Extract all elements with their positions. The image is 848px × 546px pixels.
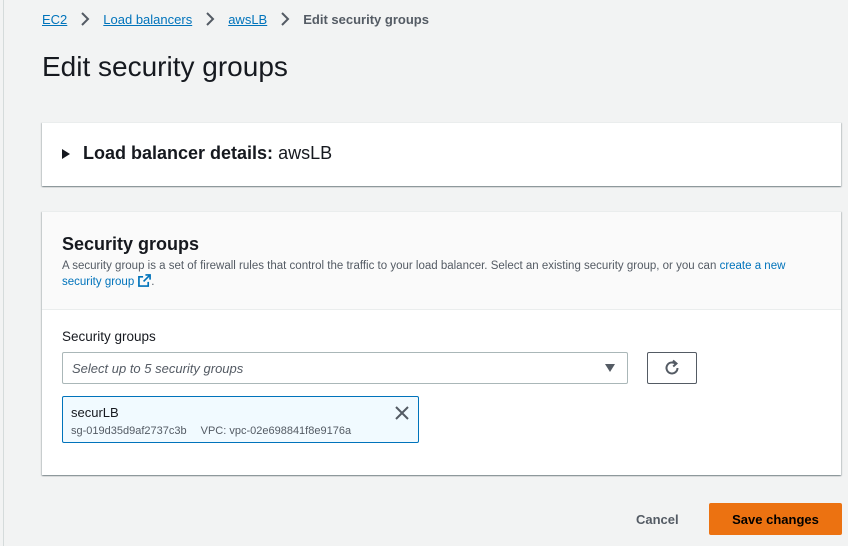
caret-right-icon (62, 148, 70, 159)
token-sg-id: sg-019d35d9af2737c3b (71, 425, 187, 437)
refresh-button[interactable] (647, 352, 697, 384)
security-groups-description: A security group is a set of firewall ru… (62, 258, 822, 290)
load-balancer-details-toggle[interactable]: Load balancer details: awsLB (62, 143, 332, 164)
close-icon[interactable] (394, 405, 410, 421)
save-changes-button[interactable]: Save changes (709, 503, 842, 535)
select-placeholder: Select up to 5 security groups (72, 361, 244, 376)
refresh-icon (665, 359, 679, 375)
security-groups-title: Security groups (62, 234, 200, 254)
breadcrumb-awslb[interactable]: awsLB (228, 12, 267, 27)
security-groups-select[interactable]: Select up to 5 security groups (62, 352, 628, 384)
page-title: Edit security groups (42, 51, 288, 82)
external-link-icon (138, 274, 152, 287)
token-name: securLB (71, 405, 119, 420)
token-vpc-id: VPC: vpc-02e698841f8e9176a (200, 425, 352, 437)
page-edge-divider (3, 0, 4, 546)
details-label: Load balancer details: (83, 143, 274, 163)
token-meta: sg-019d35d9af2737c3b VPC: vpc-02e698841f8… (71, 425, 351, 437)
security-groups-panel-header: Security groups A security group is a se… (42, 212, 841, 310)
selected-security-group-token: securLB sg-019d35d9af2737c3b VPC: vpc-02e… (62, 396, 419, 443)
description-end: . (151, 276, 155, 288)
breadcrumb-current: Edit security groups (303, 11, 429, 27)
security-groups-field-label: Security groups (62, 329, 156, 344)
caret-down-icon (605, 364, 615, 372)
breadcrumb-load-balancers[interactable]: Load balancers (103, 12, 192, 27)
load-balancer-details-panel: Load balancer details: awsLB (42, 122, 841, 186)
security-groups-panel: Security groups A security group is a se… (42, 211, 841, 475)
chevron-right-icon (206, 12, 215, 26)
chevron-right-icon (81, 12, 90, 26)
cancel-button[interactable]: Cancel (622, 504, 693, 534)
description-text: A security group is a set of firewall ru… (62, 260, 717, 272)
breadcrumb-ec2[interactable]: EC2 (42, 12, 67, 27)
chevron-right-icon (281, 12, 290, 26)
breadcrumb: EC2 Load balancers awsLB Edit security g… (42, 10, 429, 28)
details-value: awsLB (278, 143, 333, 163)
